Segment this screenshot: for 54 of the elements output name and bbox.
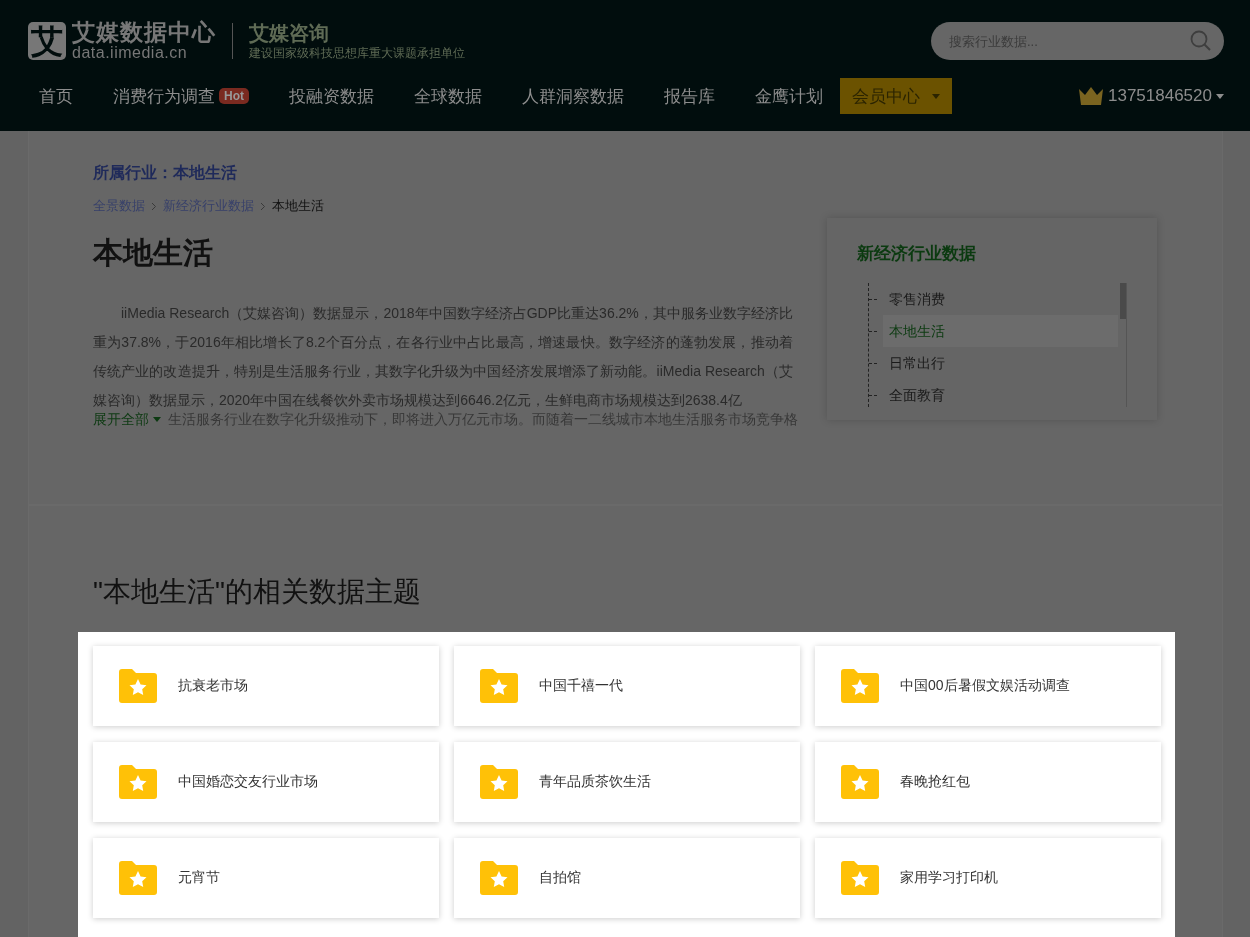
search-icon[interactable] — [1190, 30, 1212, 52]
topic-card[interactable]: 家用学习打印机 — [815, 838, 1161, 918]
topic-card[interactable]: 春晚抢红包 — [815, 742, 1161, 822]
star-folder-icon — [119, 765, 157, 799]
industry-label: 所属行业：本地生活 — [93, 163, 238, 183]
breadcrumb-current: 本地生活 — [272, 197, 324, 215]
nav-link[interactable]: 金鹰计划 — [744, 84, 823, 108]
logo-mark: 艾 — [28, 22, 66, 60]
nav-link[interactable]: 投融资数据 — [278, 84, 374, 108]
topic-card[interactable]: 中国00后暑假文娱活动调查 — [815, 646, 1161, 726]
topic-card[interactable]: 自拍馆 — [454, 838, 800, 918]
star-folder-icon — [480, 861, 518, 895]
nav-link[interactable]: 消费行为调查 — [113, 84, 215, 108]
chevron-icon — [151, 201, 157, 211]
topic-card[interactable]: 中国千禧一代 — [454, 646, 800, 726]
topic-card[interactable]: 抗衰老市场 — [93, 646, 439, 726]
page-title: 本地生活 — [93, 235, 214, 271]
logo-title: 艾媒数据中心 — [72, 20, 216, 44]
brand-name: 艾媒咨询 — [249, 21, 330, 45]
brand-tagline: 建设国家级科技思想库重大课题承担单位 — [249, 45, 465, 61]
topic-label: 自拍馆 — [539, 869, 581, 887]
nav-link[interactable]: 报告库 — [653, 84, 715, 108]
caret-icon — [1216, 93, 1224, 99]
topic-label: 家用学习打印机 — [900, 869, 998, 887]
topic-label: 中国千禧一代 — [539, 677, 623, 695]
topic-label: 青年品质茶饮生活 — [539, 773, 651, 791]
hot-badge: Hot — [219, 88, 249, 104]
nav-link[interactable]: 全球数据 — [403, 84, 482, 108]
topic-label: 中国婚恋交友行业市场 — [178, 773, 318, 791]
topic-label: 抗衰老市场 — [178, 677, 248, 695]
crown-icon — [1078, 86, 1104, 106]
nav-link[interactable]: 人群洞察数据 — [511, 84, 624, 108]
account-phone[interactable]: 13751846520 — [1108, 86, 1212, 106]
star-folder-icon — [841, 765, 879, 799]
topic-label: 中国00后暑假文娱活动调查 — [900, 677, 1070, 695]
topic-card[interactable]: 青年品质茶饮生活 — [454, 742, 800, 822]
logo-url: data.iimedia.cn — [72, 44, 189, 62]
star-folder-icon — [119, 669, 157, 703]
chevron-icon — [260, 201, 266, 211]
star-folder-icon — [480, 765, 518, 799]
star-folder-icon — [119, 861, 157, 895]
section-heading: "本地生活"的相关数据主题 — [92, 575, 422, 609]
topic-card[interactable]: 元宵节 — [93, 838, 439, 918]
star-folder-icon — [841, 861, 879, 895]
caret-icon — [932, 93, 940, 99]
sidebar-title: 新经济行业数据 — [857, 243, 977, 265]
topic-label: 元宵节 — [178, 869, 220, 887]
caret-icon — [153, 416, 161, 422]
star-folder-icon — [480, 669, 518, 703]
nav-link[interactable]: 首页 — [28, 84, 73, 108]
scrollbar[interactable] — [1120, 283, 1127, 407]
star-folder-icon — [841, 669, 879, 703]
topic-label: 春晚抢红包 — [900, 773, 970, 791]
topic-card[interactable]: 中国婚恋交友行业市场 — [93, 742, 439, 822]
